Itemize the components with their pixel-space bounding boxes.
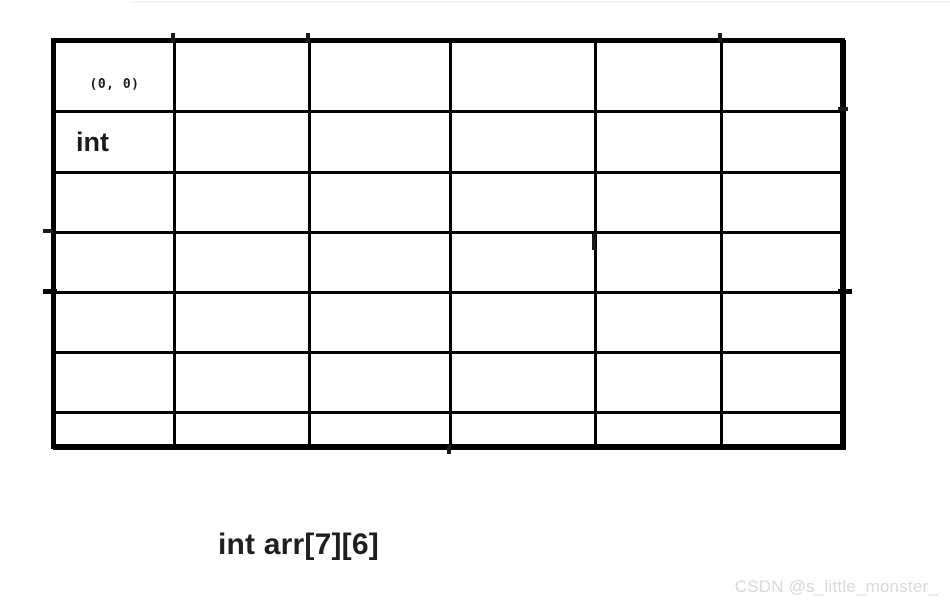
- grid-cell-4-4: [594, 291, 723, 354]
- grid-cell-3-2: [308, 231, 452, 294]
- grid-cell-0-5: [720, 40, 846, 113]
- grid-cell-4-2: [308, 291, 452, 354]
- grid-cell-6-0: [53, 411, 176, 450]
- rule-overshoot-bottom-1: [447, 445, 451, 454]
- grid-cell-1-4: [594, 110, 723, 174]
- grid-cell-6-3: [449, 411, 597, 450]
- grid-cell-1-2: [308, 110, 452, 174]
- watermark-label: CSDN @s_little_monster_: [734, 577, 938, 596]
- grid-cell-4-3: [449, 291, 597, 354]
- grid-cell-6-5: [720, 411, 846, 450]
- grid-cell-3-0: [53, 231, 176, 294]
- grid-cell-2-1: [173, 171, 311, 234]
- table-row: [53, 351, 846, 414]
- rule-overshoot-left-upper: [43, 229, 53, 233]
- grid-cell-0-1: [173, 40, 311, 113]
- table-row: [53, 171, 846, 234]
- grid-cell-5-4: [594, 351, 723, 414]
- grid-cell-0-3: [449, 40, 597, 113]
- table-row: int: [53, 110, 846, 174]
- rule-overshoot-top-1: [171, 33, 175, 42]
- rule-overshoot-right: [838, 289, 852, 294]
- grid-cell-3-1: [173, 231, 311, 294]
- grid-cell-5-3: [449, 351, 597, 414]
- grid-cell-2-2: [308, 171, 452, 234]
- grid-cell-3-4: [594, 231, 723, 294]
- grid-cell-4-5: [720, 291, 846, 354]
- grid-cell-5-1: [173, 351, 311, 414]
- grid-cell-4-1: [173, 291, 311, 354]
- grid-cell-6-2: [308, 411, 452, 450]
- grid-cell-5-5: [720, 351, 846, 414]
- grid-cell-2-5: [720, 171, 846, 234]
- grid-cell-5-2: [308, 351, 452, 414]
- grid-cell-6-4: [594, 411, 723, 450]
- grid-cell-0-4: [594, 40, 723, 113]
- table-row: (0, 0): [53, 40, 846, 113]
- rule-overshoot-left: [43, 289, 57, 294]
- grid-cell-0-2: [308, 40, 452, 113]
- grid-cell-3-5: [720, 231, 846, 294]
- grid-cell-1-0: int: [53, 110, 176, 174]
- grid-cell-2-4: [594, 171, 723, 234]
- grid-cell-2-0: [53, 171, 176, 234]
- grid-cell-2-3: [449, 171, 597, 234]
- grid-cell-5-0: [53, 351, 176, 414]
- grid-cell-4-0: [53, 291, 176, 354]
- rule-overshoot-top-2: [306, 33, 310, 42]
- table-row: [53, 231, 846, 294]
- top-hairline-divider: [130, 1, 950, 3]
- grid-cell-1-5: [720, 110, 846, 174]
- grid-cell-0-0: (0, 0): [53, 40, 176, 113]
- grid-cell-1-3: [449, 110, 597, 174]
- rule-overshoot-mid-1: [592, 234, 596, 250]
- grid-cell-6-1: [173, 411, 311, 450]
- array-grid-table: (0, 0) int: [53, 40, 846, 450]
- origin-coordinate-label: (0, 0): [89, 77, 140, 92]
- table-row: [53, 411, 846, 450]
- grid-cell-1-1: [173, 110, 311, 174]
- rule-overshoot-top-3: [718, 33, 722, 42]
- element-type-label: int: [76, 126, 109, 157]
- rule-overshoot-right-upper: [838, 107, 848, 111]
- array-grid: (0, 0) int: [51, 38, 846, 450]
- figure-caption: int arr[7][6]: [218, 528, 379, 561]
- grid-cell-3-3: [449, 231, 597, 294]
- table-row: [53, 291, 846, 354]
